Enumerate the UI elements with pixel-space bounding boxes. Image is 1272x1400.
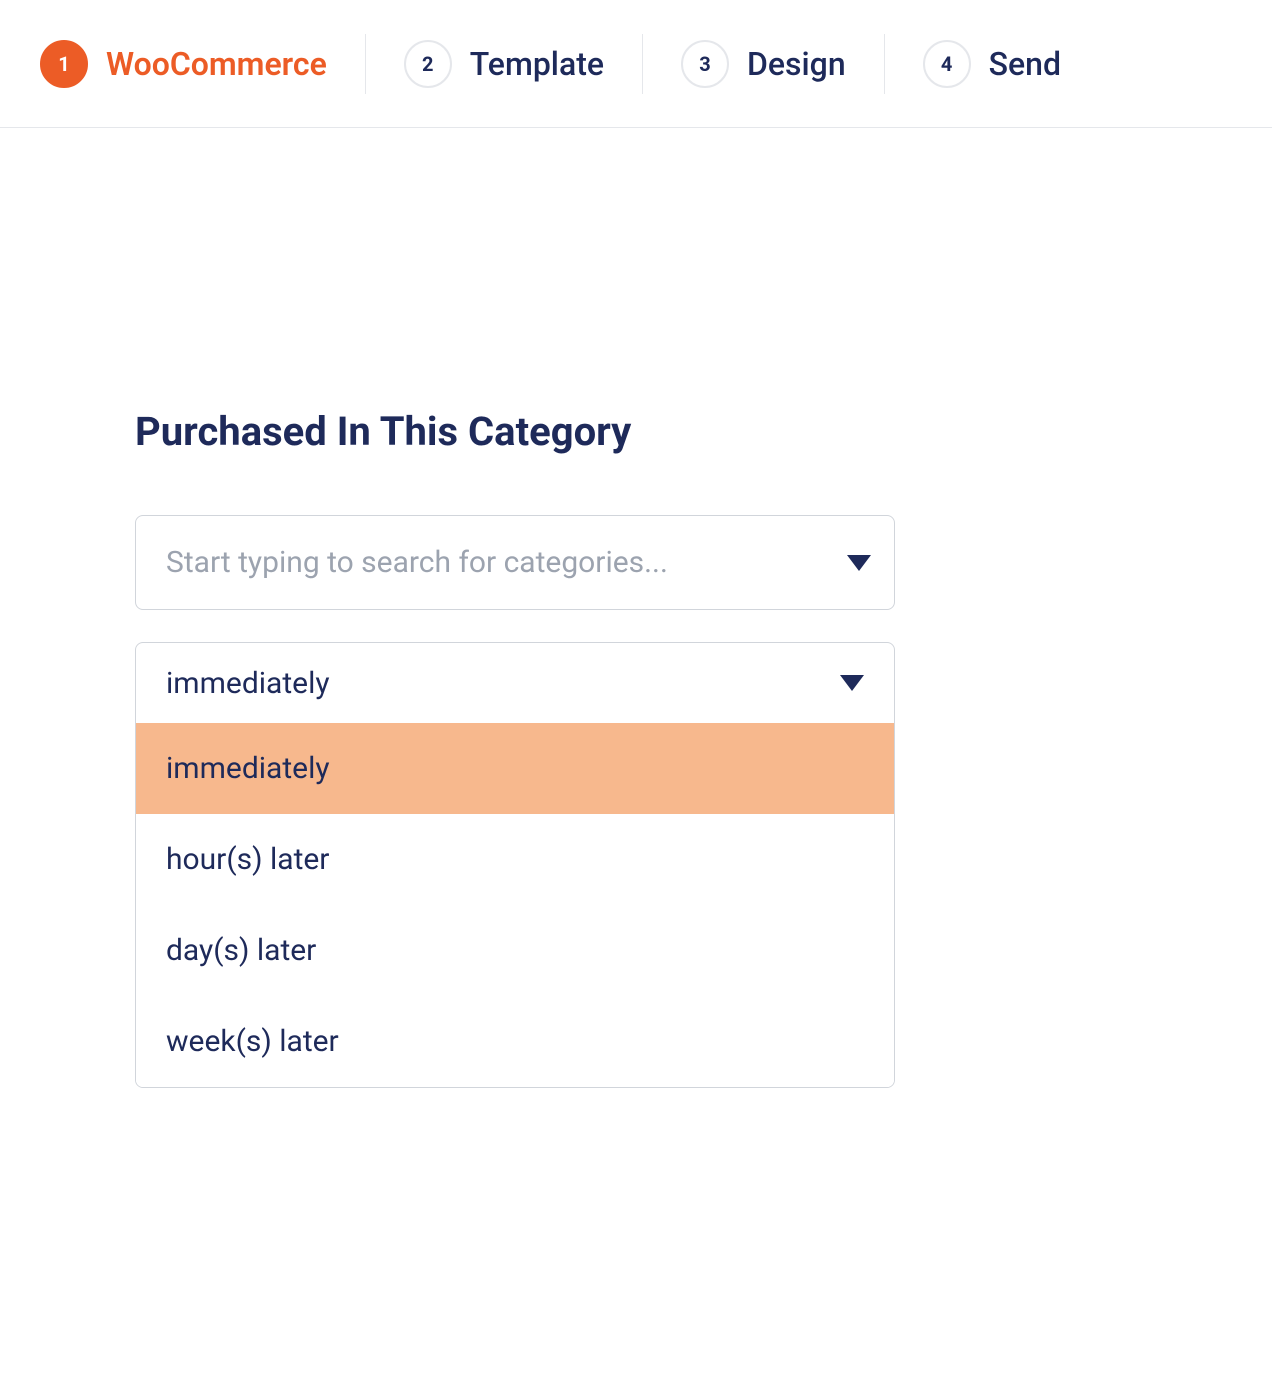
step-number-1: 1 xyxy=(40,40,88,88)
step-label-send: Send xyxy=(989,45,1061,83)
timing-dropdown-options: immediately hour(s) later day(s) later w… xyxy=(136,723,894,1087)
step-divider xyxy=(642,34,643,94)
chevron-down-icon xyxy=(840,675,864,691)
timing-select[interactable]: immediately immediately hour(s) later da… xyxy=(135,642,895,1088)
timing-selected-value[interactable]: immediately xyxy=(136,643,894,723)
timing-option-weeks[interactable]: week(s) later xyxy=(136,996,894,1087)
step-woocommerce[interactable]: 1 WooCommerce xyxy=(30,40,337,88)
step-number-2: 2 xyxy=(404,40,452,88)
step-divider xyxy=(365,34,366,94)
step-label-woocommerce: WooCommerce xyxy=(106,45,327,83)
category-placeholder: Start typing to search for categories... xyxy=(166,545,668,580)
section-title: Purchased In This Category xyxy=(135,408,1137,455)
step-number-4: 4 xyxy=(923,40,971,88)
category-select[interactable]: Start typing to search for categories... xyxy=(135,515,895,610)
timing-select-wrapper: immediately immediately hour(s) later da… xyxy=(135,642,895,1088)
timing-option-immediately[interactable]: immediately xyxy=(136,723,894,814)
step-design[interactable]: 3 Design xyxy=(671,40,856,88)
step-label-design: Design xyxy=(747,45,846,83)
stepper-nav: 1 WooCommerce 2 Template 3 Design 4 Send xyxy=(0,0,1272,128)
timing-option-hours[interactable]: hour(s) later xyxy=(136,814,894,905)
step-label-template: Template xyxy=(470,45,604,83)
main-content: Purchased In This Category Start typing … xyxy=(0,128,1272,1088)
step-number-3: 3 xyxy=(681,40,729,88)
timing-option-days[interactable]: day(s) later xyxy=(136,905,894,996)
step-divider xyxy=(884,34,885,94)
chevron-down-icon xyxy=(847,555,871,571)
step-send[interactable]: 4 Send xyxy=(913,40,1071,88)
category-select-wrapper: Start typing to search for categories... xyxy=(135,515,895,610)
step-template[interactable]: 2 Template xyxy=(394,40,614,88)
timing-selected-label: immediately xyxy=(166,666,330,701)
